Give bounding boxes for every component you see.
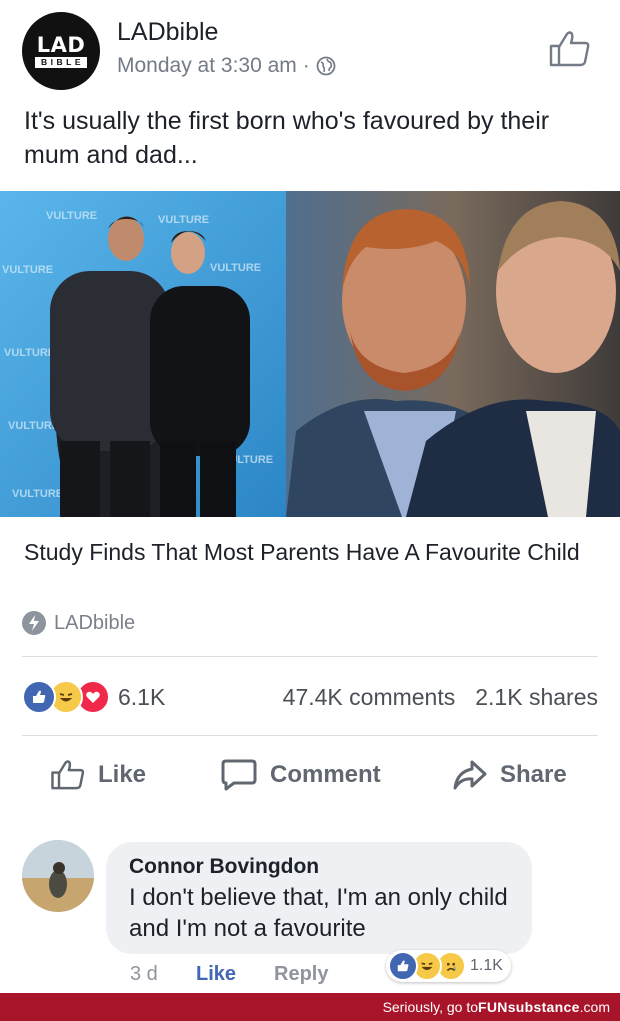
backdrop-text: VULTURE [4,347,55,359]
instant-article-icon [22,611,46,635]
shares-count[interactable]: 2.1K shares [475,684,598,711]
right-photo-illustration [286,191,620,517]
backdrop-text: VULTURE [46,210,97,222]
comment-button[interactable]: Comment [220,752,381,798]
left-photo-illustration: VULTURE VULTURE VULTURE VULTURE VULTURE … [0,191,286,517]
page-avatar[interactable]: LAD BIBLE [22,12,100,90]
post-meta: Monday at 3:30 am · [117,54,336,78]
backdrop-text: VULTURE [2,264,53,276]
meta-separator: · [302,54,310,77]
comment-reply-button[interactable]: Reply [274,963,328,986]
share-button-label: Share [500,761,567,788]
watermark-suffix: .com [579,999,610,1015]
page-name-link[interactable]: LADbible [117,18,218,47]
comment-timestamp[interactable]: 3 d [130,963,158,986]
avatar-logo-bible: BIBLE [35,56,87,68]
like-button-label: Like [98,761,147,788]
watermark-brand: FUNsubstance [478,999,580,1015]
commenter-avatar[interactable] [22,840,94,912]
comment-author[interactable]: Connor Bovingdon [129,855,319,879]
link-title[interactable]: Study Finds That Most Parents Have A Fav… [24,536,584,569]
link-source: LADbible [22,611,135,635]
post-image-left[interactable]: VULTURE VULTURE VULTURE VULTURE VULTURE … [0,191,286,517]
link-source-label: LADbible [54,611,136,634]
watermark-prefix: Seriously, go to [382,999,479,1015]
avatar-logo-lad: LAD [36,32,86,57]
divider [22,735,598,736]
share-icon [453,760,487,790]
reactions-summary: 6.1K 47.4K comments 2.1K shares [22,678,598,716]
comment-reaction-count: 1.1K [470,957,503,974]
share-button[interactable]: Share [452,752,567,798]
comment-reactions[interactable]: 1.1K [386,950,511,982]
reaction-count[interactable]: 6.1K [118,684,165,711]
globe-icon [316,56,336,76]
comment-like-button[interactable]: Like [196,963,236,986]
post-text: It's usually the first born who's favour… [24,107,550,169]
comment-button-label: Comment [270,761,381,788]
backdrop-text: VULTURE [12,488,63,500]
thumbs-up-icon [51,760,85,790]
like-reaction-icon[interactable] [22,680,56,714]
backdrop-text: VULTURE [158,214,209,226]
comments-count[interactable]: 47.4K comments [283,684,456,711]
watermark-bar: Seriously, go to FUNsubstance .com [0,993,620,1021]
comment-text: I don't believe that, I'm an only child … [129,884,508,942]
like-page-icon[interactable] [548,30,592,68]
comment-icon [221,759,257,791]
divider [22,656,598,657]
post-image-right[interactable] [286,191,620,517]
post-timestamp[interactable]: Monday at 3:30 am [117,54,297,78]
backdrop-text: VULTURE [8,420,59,432]
like-button[interactable]: Like [50,752,146,798]
like-reaction-icon [388,951,418,981]
backdrop-text: VULTURE [210,262,261,274]
